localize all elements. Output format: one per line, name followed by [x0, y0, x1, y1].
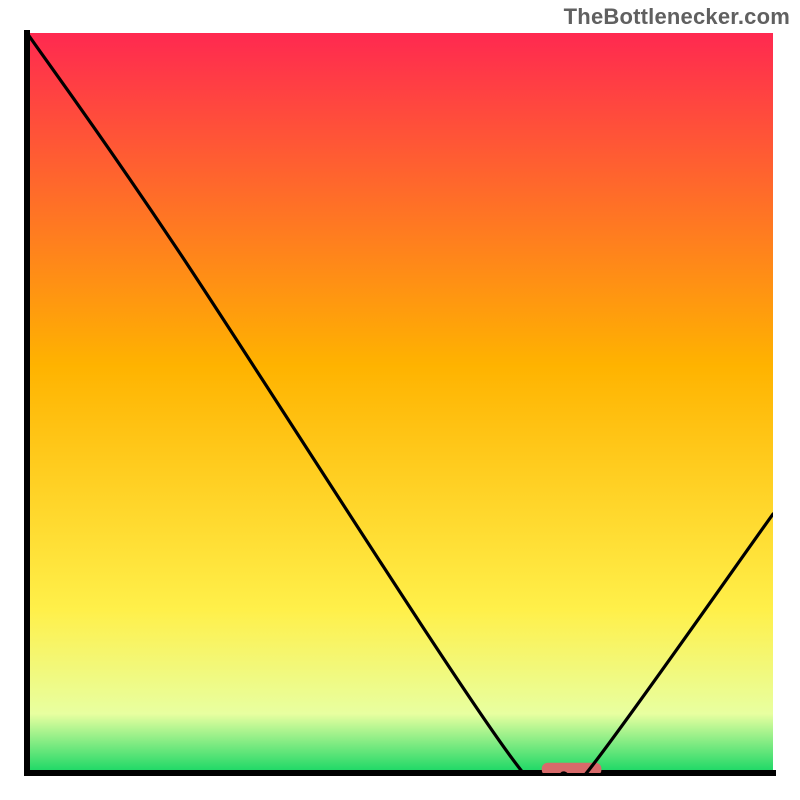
attribution-text: TheBottlenecker.com	[564, 4, 790, 30]
chart-svg	[24, 30, 776, 776]
plot-area	[24, 30, 776, 776]
gradient-background	[27, 33, 773, 773]
chart-container: TheBottlenecker.com	[0, 0, 800, 800]
